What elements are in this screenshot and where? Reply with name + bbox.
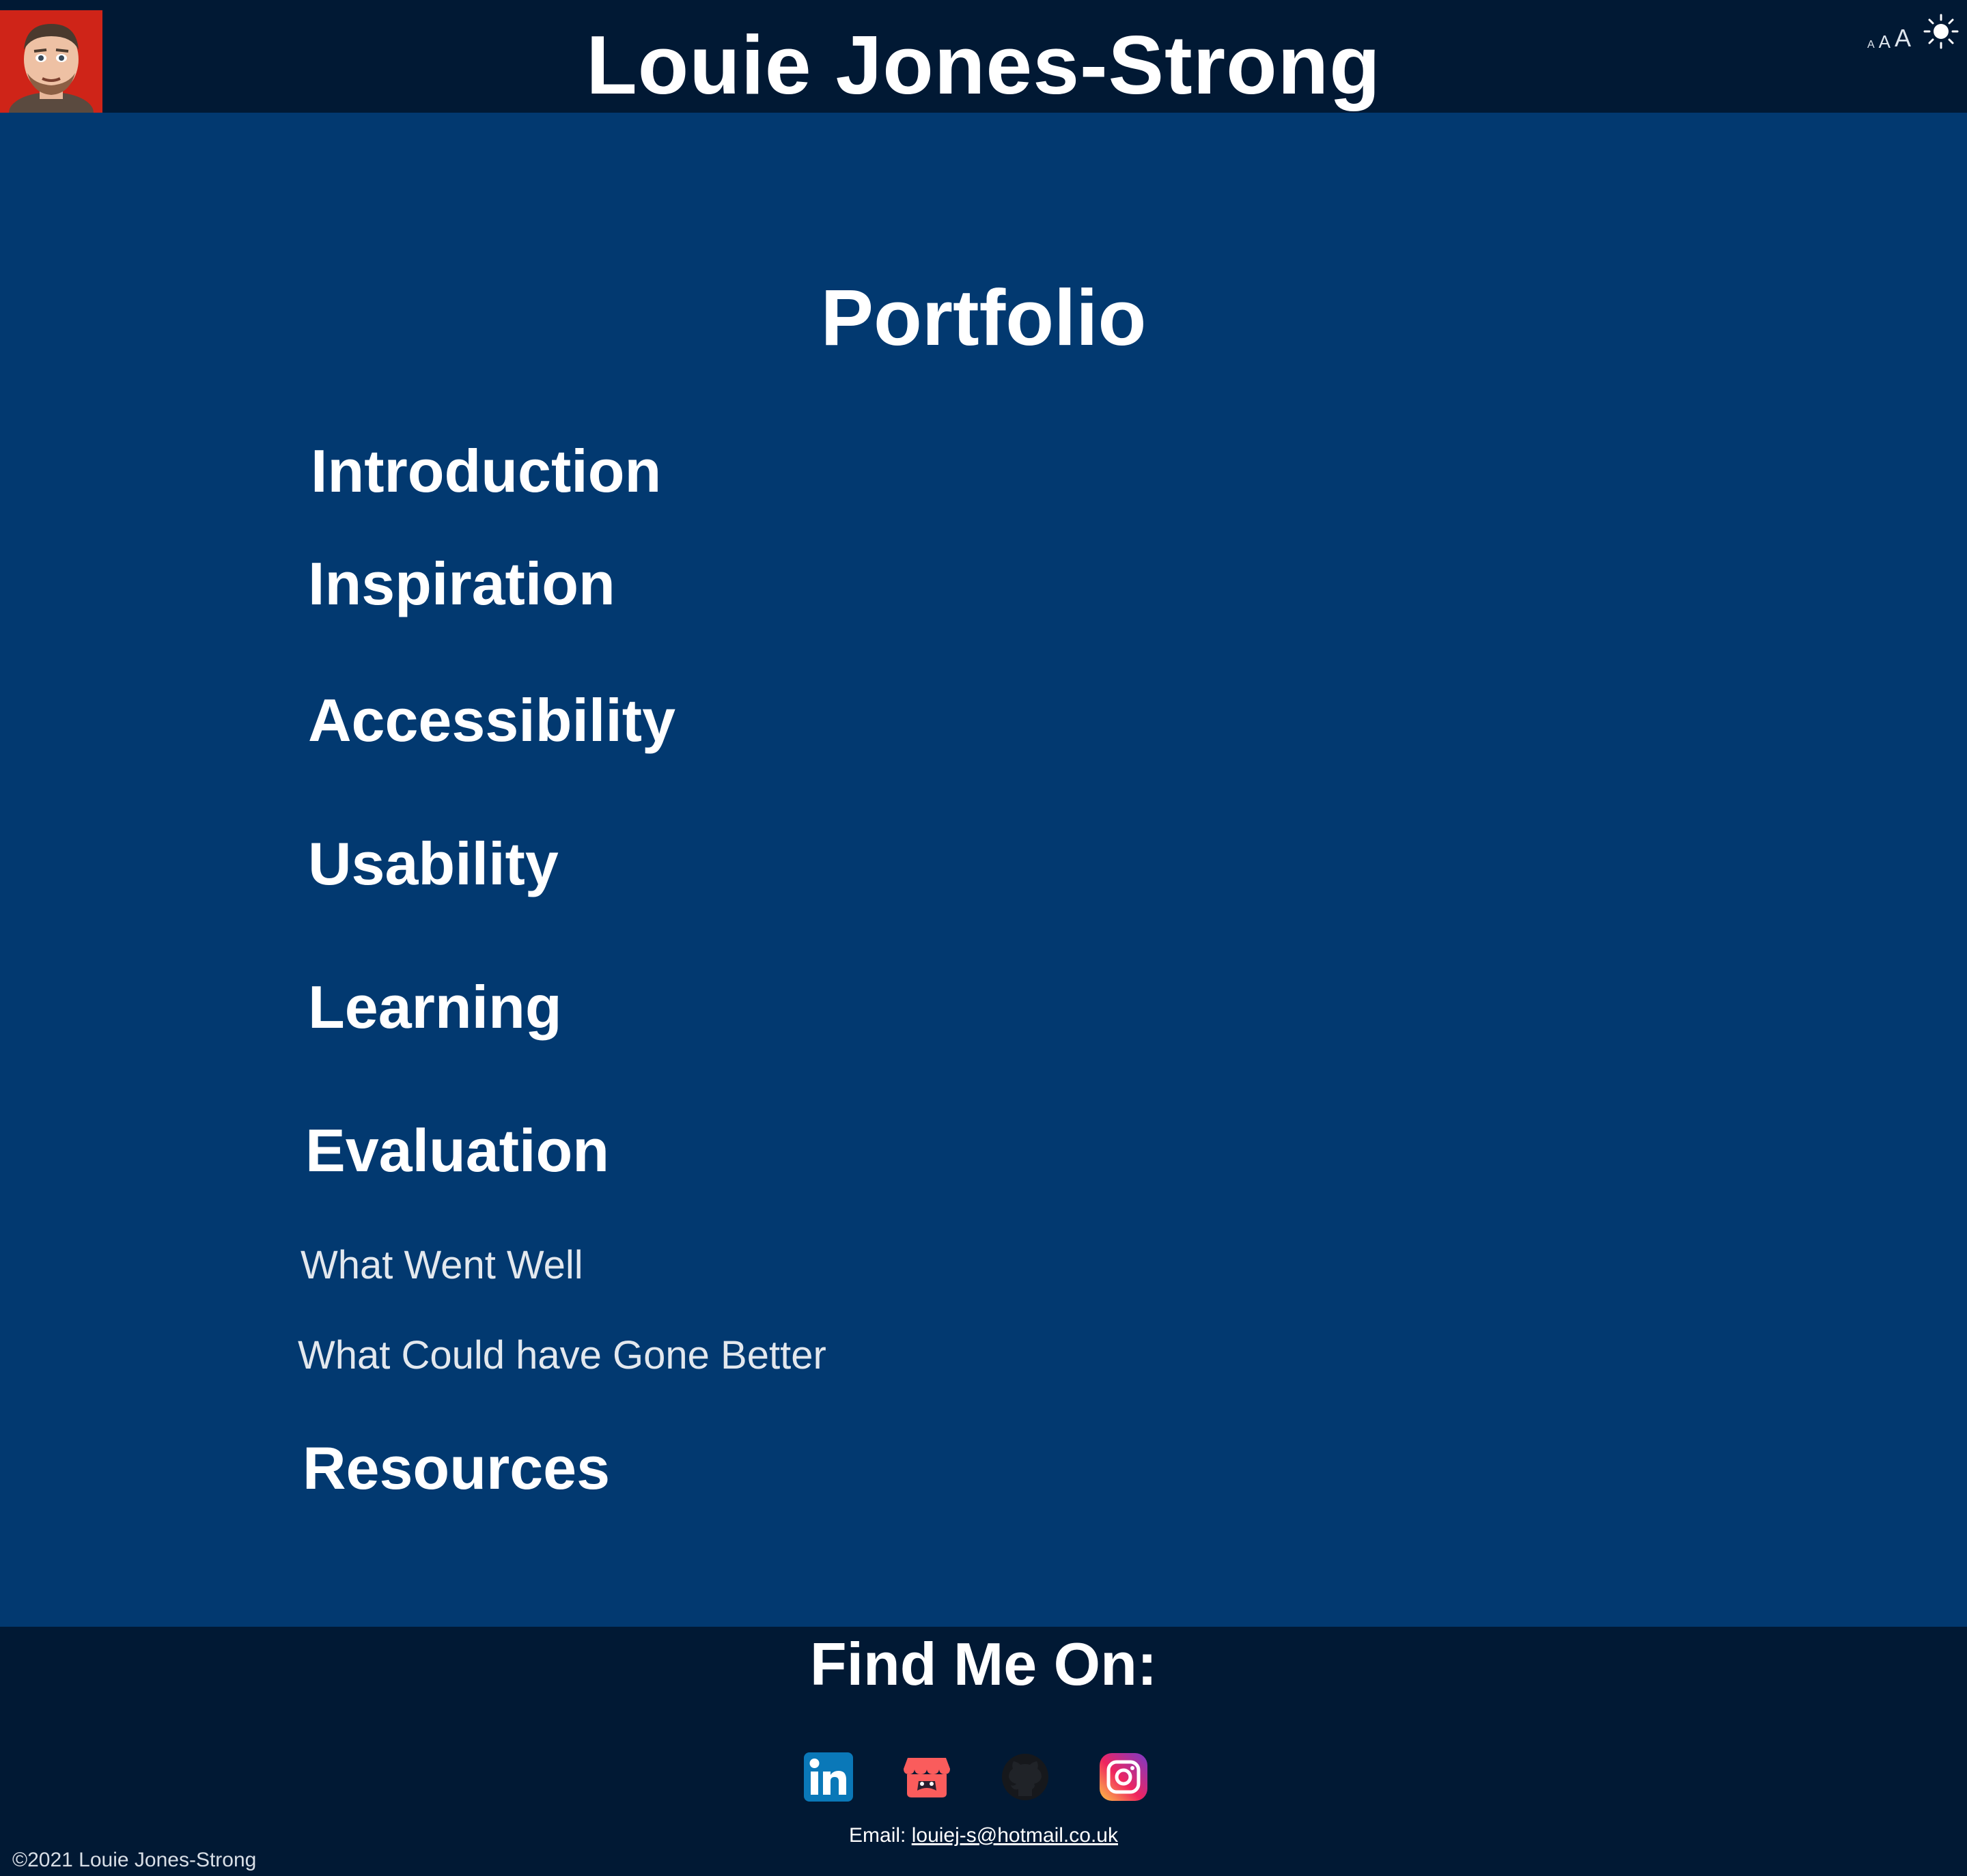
toc-link-accessibility[interactable]: Accessibility xyxy=(308,683,675,758)
email-line: Email: louiej-s@hotmail.co.uk xyxy=(0,1822,1967,1849)
site-title: Louie Jones-Strong xyxy=(586,18,1381,111)
sun-icon[interactable] xyxy=(1922,12,1960,51)
linkedin-icon[interactable] xyxy=(803,1751,854,1803)
toc-link-resources[interactable]: Resources xyxy=(303,1431,610,1506)
font-size-medium-button[interactable]: A xyxy=(1879,33,1891,51)
toc-link-usability[interactable]: Usability xyxy=(308,826,559,901)
itchio-icon[interactable] xyxy=(901,1751,953,1803)
footer-title: Find Me On: xyxy=(809,1630,1158,1698)
email-link[interactable]: louiej-s@hotmail.co.uk xyxy=(912,1824,1118,1847)
toc-link-learning[interactable]: Learning xyxy=(308,970,562,1045)
main-content: Portfolio Introduction Inspiration Acces… xyxy=(0,113,1967,1627)
font-size-controls: A A A xyxy=(1867,26,1911,51)
toc-link-what-could-be-better[interactable]: What Could have Gone Better xyxy=(298,1330,826,1382)
toc-link-inspiration[interactable]: Inspiration xyxy=(308,546,615,621)
copyright: ©2021 Louie Jones-Strong xyxy=(12,1849,257,1871)
site-header: Louie Jones-Strong A A A xyxy=(0,0,1967,113)
toc-link-introduction[interactable]: Introduction xyxy=(311,434,661,509)
social-links xyxy=(803,1751,1149,1803)
site-footer: Find Me On: Email: louiej-s@hotmail.co.u… xyxy=(0,1627,1967,1876)
font-size-large-button[interactable]: A xyxy=(1895,26,1911,51)
email-label: Email: xyxy=(849,1824,906,1847)
github-icon[interactable] xyxy=(999,1751,1051,1803)
font-size-small-button[interactable]: A xyxy=(1867,40,1875,51)
toc-link-evaluation[interactable]: Evaluation xyxy=(305,1113,609,1188)
toc-link-what-went-well[interactable]: What Went Well xyxy=(301,1240,583,1291)
page-title: Portfolio xyxy=(820,273,1147,362)
instagram-icon[interactable] xyxy=(1098,1751,1149,1803)
